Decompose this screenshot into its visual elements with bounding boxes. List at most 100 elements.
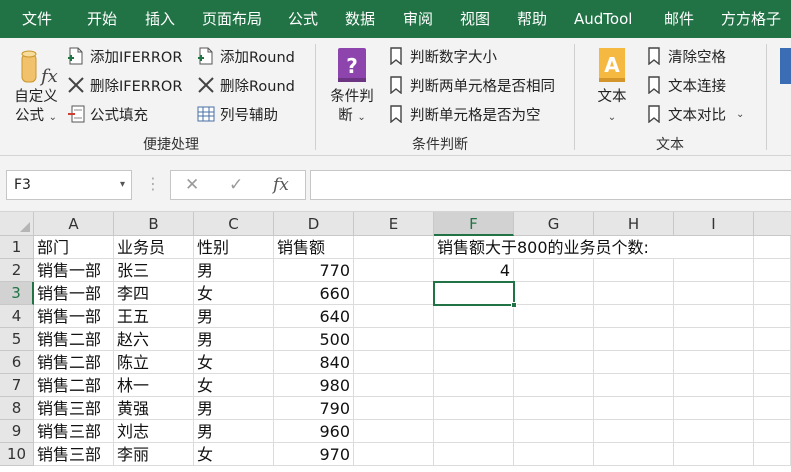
cell-a5[interactable]: 销售二部	[34, 328, 114, 351]
cell-e4[interactable]	[354, 305, 434, 328]
cell-g10[interactable]	[514, 443, 594, 466]
header-cell-d[interactable]: 销售额	[274, 236, 354, 259]
row-header-8[interactable]: 8	[0, 397, 34, 420]
column-header-d[interactable]: D	[274, 212, 354, 236]
text-concat-button[interactable]: 文本连接	[644, 73, 726, 97]
column-header-e[interactable]: E	[354, 212, 434, 236]
cell-d6[interactable]: 840	[274, 351, 354, 374]
cell-g4[interactable]	[514, 305, 594, 328]
cell-c4[interactable]: 男	[194, 305, 274, 328]
condition-judge-button[interactable]: ? 条件判 断 ⌄	[324, 46, 380, 127]
tab-page-layout[interactable]: 页面布局	[202, 0, 262, 38]
tab-file[interactable]: 文件	[22, 0, 52, 38]
cell-d4[interactable]: 640	[274, 305, 354, 328]
row-header-5[interactable]: 5	[0, 328, 34, 351]
row-header-9[interactable]: 9	[0, 420, 34, 443]
cell-b2[interactable]: 张三	[114, 259, 194, 282]
cell-i1[interactable]	[674, 236, 754, 259]
cell-c6[interactable]: 女	[194, 351, 274, 374]
cell-e7[interactable]	[354, 374, 434, 397]
judge-empty-cell-button[interactable]: 判断单元格是否为空	[386, 102, 541, 126]
cell-j9[interactable]	[754, 420, 791, 443]
tab-review[interactable]: 审阅	[403, 0, 433, 38]
header-cell-a[interactable]: 部门	[34, 236, 114, 259]
tab-home[interactable]: 开始	[87, 0, 117, 38]
cell-h4[interactable]	[594, 305, 674, 328]
name-box[interactable]: F3 ▾	[6, 170, 132, 200]
cell-d7[interactable]: 980	[274, 374, 354, 397]
cell-d8[interactable]: 790	[274, 397, 354, 420]
cell-h7[interactable]	[594, 374, 674, 397]
column-header-h[interactable]: H	[594, 212, 674, 236]
column-header-c[interactable]: C	[194, 212, 274, 236]
cell-b8[interactable]: 黄强	[114, 397, 194, 420]
cell-g2[interactable]	[514, 259, 594, 282]
cell-j6[interactable]	[754, 351, 791, 374]
tab-audtool[interactable]: AudTool	[574, 0, 632, 38]
cell-b7[interactable]: 林一	[114, 374, 194, 397]
cell-h10[interactable]	[594, 443, 674, 466]
tab-fangfang[interactable]: 方方格子	[721, 0, 781, 38]
cell-c3[interactable]: 女	[194, 282, 274, 305]
cell-e1[interactable]	[354, 236, 434, 259]
add-iferror-button[interactable]: 添加IFERROR	[66, 44, 182, 68]
cell-d3[interactable]: 660	[274, 282, 354, 305]
cell-e5[interactable]	[354, 328, 434, 351]
cell-d2[interactable]: 770	[274, 259, 354, 282]
cell-e8[interactable]	[354, 397, 434, 420]
del-round-button[interactable]: 删除Round	[196, 73, 295, 97]
cell-e9[interactable]	[354, 420, 434, 443]
cell-i8[interactable]	[674, 397, 754, 420]
cell-i10[interactable]	[674, 443, 754, 466]
cell-b5[interactable]: 赵六	[114, 328, 194, 351]
fill-handle[interactable]	[511, 302, 517, 308]
formula-input[interactable]	[310, 170, 791, 200]
chevron-down-icon[interactable]: ▾	[120, 171, 125, 199]
cell-b10[interactable]: 李丽	[114, 443, 194, 466]
cell-b3[interactable]: 李四	[114, 282, 194, 305]
cell-h6[interactable]	[594, 351, 674, 374]
cell-c7[interactable]: 女	[194, 374, 274, 397]
cell-e2[interactable]	[354, 259, 434, 282]
cell-i5[interactable]	[674, 328, 754, 351]
cell-a8[interactable]: 销售三部	[34, 397, 114, 420]
cell-c2[interactable]: 男	[194, 259, 274, 282]
cell-f2[interactable]: 4	[434, 259, 514, 282]
cell-f1[interactable]: 销售额大于800的业务员个数:	[434, 236, 649, 259]
cell-d10[interactable]: 970	[274, 443, 354, 466]
cell-f9[interactable]	[434, 420, 514, 443]
cell-g6[interactable]	[514, 351, 594, 374]
column-helper-button[interactable]: 列号辅助	[196, 102, 278, 126]
cell-f6[interactable]	[434, 351, 514, 374]
confirm-check-icon[interactable]: ✓	[229, 175, 243, 195]
insert-function-icon[interactable]: fx	[273, 175, 289, 195]
select-all-corner[interactable]	[0, 212, 34, 236]
cell-d5[interactable]: 500	[274, 328, 354, 351]
text-button[interactable]: A 文本 ⌄	[586, 46, 638, 127]
cell-c10[interactable]: 女	[194, 443, 274, 466]
custom-formula-button[interactable]: fx 自定义 公式 ⌄	[8, 46, 64, 127]
cell-a7[interactable]: 销售二部	[34, 374, 114, 397]
drag-handle-icon[interactable]: ⋮	[145, 174, 161, 194]
cell-g9[interactable]	[514, 420, 594, 443]
text-compare-button[interactable]: 文本对比 ⌄	[644, 102, 744, 126]
column-header-partial[interactable]	[754, 212, 791, 236]
cell-i4[interactable]	[674, 305, 754, 328]
cell-j1[interactable]	[754, 236, 791, 259]
cell-e6[interactable]	[354, 351, 434, 374]
cell-h8[interactable]	[594, 397, 674, 420]
cell-f7[interactable]	[434, 374, 514, 397]
cell-b4[interactable]: 王五	[114, 305, 194, 328]
cell-e3[interactable]	[354, 282, 434, 305]
column-header-g[interactable]: G	[514, 212, 594, 236]
cell-i2[interactable]	[674, 259, 754, 282]
tab-insert[interactable]: 插入	[145, 0, 175, 38]
cell-a3[interactable]: 销售一部	[34, 282, 114, 305]
cell-j7[interactable]	[754, 374, 791, 397]
cell-c5[interactable]: 男	[194, 328, 274, 351]
cell-i3[interactable]	[674, 282, 754, 305]
tab-view[interactable]: 视图	[460, 0, 490, 38]
add-round-button[interactable]: 添加Round	[196, 44, 295, 68]
judge-number-size-button[interactable]: 判断数字大小	[386, 44, 497, 68]
cell-i6[interactable]	[674, 351, 754, 374]
